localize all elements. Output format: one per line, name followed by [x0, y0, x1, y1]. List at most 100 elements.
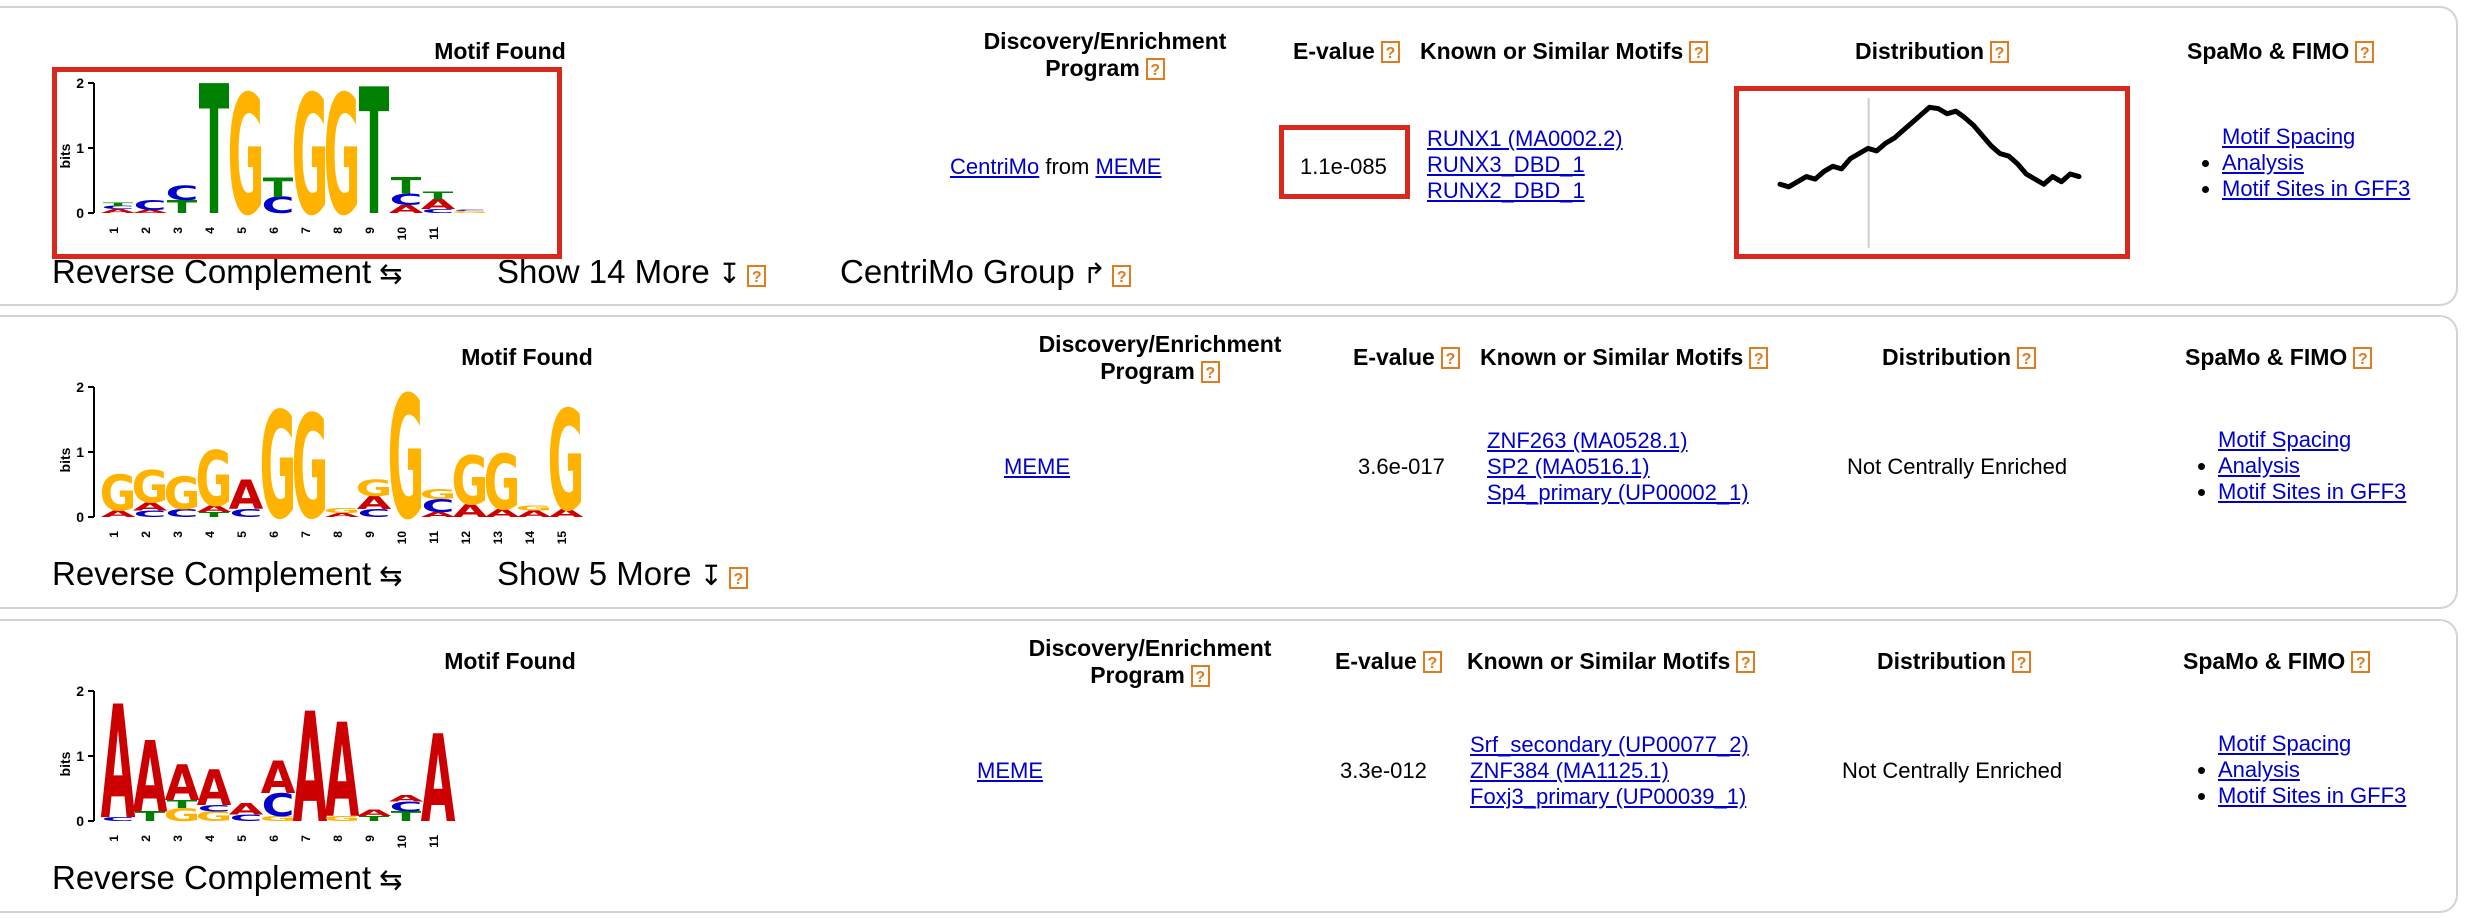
distribution-status: Not Centrally Enriched: [1842, 758, 2063, 783]
help-icon[interactable]: ?: [2353, 347, 2373, 369]
logo-letter-G: G: [388, 377, 425, 557]
known-motif-link[interactable]: RUNX1 (MA0002.2): [1427, 126, 1623, 152]
logo-letter-A: A: [261, 752, 296, 804]
known-motif-link[interactable]: ZNF384 (MA1125.1): [1470, 758, 1749, 784]
program-header-line2: Program: [1090, 662, 1185, 688]
meme-link[interactable]: MEME: [1095, 154, 1161, 179]
logo-position-label: 5: [235, 531, 249, 538]
motif-row-1: Motif Found 0 1 2 bits A C T 1 A C 2 T C 3 T 4 G 5 C T 6 G 7 G 8…: [0, 6, 2458, 306]
evalue-header: E-value?: [1293, 38, 1400, 65]
motif-spacing-link[interactable]: Motif Spacing Analysis: [2222, 124, 2422, 176]
known-motif-link[interactable]: Sp4_primary (UP00002_1): [1487, 480, 1749, 506]
help-icon[interactable]: ?: [1736, 651, 1756, 673]
meme-link[interactable]: MEME: [1004, 454, 1070, 479]
known-motif-link[interactable]: SP2 (MA0516.1): [1487, 454, 1749, 480]
reverse-complement-button[interactable]: Reverse Complement ⇆: [52, 253, 403, 293]
program-header: Discovery/Enrichment Program?: [1015, 331, 1305, 385]
program-header-line2: Program: [1100, 358, 1195, 384]
help-icon[interactable]: ?: [2355, 41, 2375, 63]
help-icon[interactable]: ?: [2351, 651, 2371, 673]
logo-position-label: 11: [427, 835, 441, 848]
program-connector: from: [1039, 154, 1096, 179]
logo-letter-A: A: [133, 720, 168, 835]
motif-logo-3[interactable]: 0 1 2 bits C A 1 T A 2 G T A 3 G C A 4 C A 5 G C A 6 A 7 G A 8 T A 9 T C A 1…: [52, 681, 562, 861]
known-motifs-list: Srf_secondary (UP00077_2) ZNF384 (MA1125…: [1470, 732, 1749, 810]
known-motif-link[interactable]: Srf_secondary (UP00077_2): [1470, 732, 1749, 758]
logo-position-label: 1: [107, 835, 121, 842]
logo-position-label: 10: [395, 835, 409, 849]
logo-letter-A: A: [325, 696, 360, 847]
centrimo-link[interactable]: CentriMo: [950, 154, 1039, 179]
motif-spacing-link[interactable]: Motif Spacing Analysis: [2218, 427, 2418, 479]
logo-position-label: 2: [139, 835, 153, 842]
motif-logo-2[interactable]: 0 1 2 bits A G 1 C A G 2 C G 3 T A G 4 C A 5 G 6 G 7 A G 8 C A G 9 G 10 A C…: [52, 377, 702, 557]
known-motif-link[interactable]: ZNF263 (MA0528.1): [1487, 428, 1749, 454]
motif-row-3: Motif Found 0 1 2 bits C A 1 T A 2 G T A 3 G C A 4 C A 5 G C A 6…: [0, 619, 2458, 913]
help-icon[interactable]: ?: [1440, 347, 1460, 369]
program-cell: MEME: [1004, 454, 1070, 480]
logo-position-label: 8: [331, 531, 345, 538]
logo-letter-G: G: [164, 468, 201, 520]
logo-position-label: 15: [555, 531, 569, 545]
help-icon[interactable]: ?: [1190, 665, 1210, 687]
logo-axis-label: bits: [57, 447, 73, 472]
show-more-button[interactable]: Show 14 More ↧?: [497, 253, 767, 293]
known-motif-link[interactable]: RUNX3_DBD_1: [1427, 152, 1623, 178]
known-motifs-header: Known or Similar Motifs?: [1420, 38, 1709, 65]
show-more-button[interactable]: Show 5 More ↧?: [497, 555, 748, 595]
reverse-complement-button[interactable]: Reverse Complement ⇆: [52, 555, 403, 595]
help-icon[interactable]: ?: [2012, 651, 2032, 673]
logo-letter-A: A: [229, 473, 264, 519]
help-icon[interactable]: ?: [1422, 651, 1442, 673]
motif-found-header: Motif Found: [434, 38, 566, 64]
logo-axis-tick: 0: [76, 509, 84, 525]
known-motif-link[interactable]: Foxj3_primary (UP00039_1): [1470, 784, 1749, 810]
centrimo-group-button[interactable]: CentriMo Group ↱?: [840, 253, 1132, 293]
logo-letter-G: G: [484, 439, 521, 528]
logo-axis-label: bits: [57, 751, 73, 776]
logo-position-label: 10: [395, 531, 409, 545]
evalue-cell: 3.3e-012: [1340, 758, 1427, 783]
logo-position-label: 8: [331, 835, 345, 842]
sequence-logo-svg: 012bitsAG1CAG2CG3TAG4CA5 G6 G7AG8CAG9 G10AC…: [57, 377, 584, 557]
motif-found-header: Motif Found: [461, 344, 593, 370]
help-icon[interactable]: ?: [1990, 41, 2010, 63]
program-cell: CentriMo from MEME: [950, 154, 1161, 180]
known-motif-link[interactable]: RUNX2_DBD_1: [1427, 178, 1623, 204]
logo-position-label: 14: [523, 531, 537, 545]
motif-sites-gff3-link[interactable]: Motif Sites in GFF3: [2218, 783, 2406, 808]
program-header-line1: Discovery/Enrichment: [1028, 635, 1272, 661]
meme-link[interactable]: MEME: [977, 758, 1043, 783]
logo-position-label: 2: [139, 531, 153, 538]
evalue-highlight: [1279, 125, 1410, 199]
help-icon[interactable]: ?: [1145, 58, 1165, 80]
help-icon[interactable]: ?: [1749, 347, 1769, 369]
logo-position-label: 6: [267, 531, 281, 538]
logo-letter-G: G: [420, 486, 457, 502]
help-icon[interactable]: ?: [1380, 41, 1400, 63]
logo-letter-G: G: [452, 443, 489, 521]
spamo-links: Motif Spacing Analysis Motif Sites in GF…: [2184, 731, 2418, 809]
logo-position-label: 4: [203, 835, 217, 842]
help-icon[interactable]: ?: [1112, 265, 1132, 287]
sequence-logo-svg: 012bitsCA1TA2GTA3GCA4CA5GCA6 A7GA8TA9TCA1…: [57, 681, 456, 858]
logo-letter-A: A: [421, 711, 456, 850]
program-header: Discovery/Enrichment Program?: [960, 28, 1250, 82]
logo-position-label: 6: [267, 835, 281, 842]
swap-arrows-icon: ⇆: [379, 560, 403, 591]
help-icon[interactable]: ?: [2017, 347, 2037, 369]
reverse-complement-button[interactable]: Reverse Complement ⇆: [52, 859, 403, 899]
logo-position-label: 7: [299, 531, 313, 538]
help-icon[interactable]: ?: [728, 567, 748, 589]
motif-sites-gff3-link[interactable]: Motif Sites in GFF3: [2222, 176, 2410, 201]
spamo-fimo-header: SpaMo & FIMO?: [2183, 648, 2371, 675]
help-icon[interactable]: ?: [1200, 361, 1220, 383]
logo-letter-A: A: [293, 681, 328, 857]
help-icon[interactable]: ?: [747, 265, 767, 287]
distribution-header: Distribution?: [1877, 648, 2032, 675]
logo-position-label: 3: [171, 531, 185, 538]
help-icon[interactable]: ?: [1689, 41, 1709, 63]
motif-spacing-link[interactable]: Motif Spacing Analysis: [2218, 731, 2418, 783]
logo-letter-G: G: [292, 385, 329, 551]
motif-sites-gff3-link[interactable]: Motif Sites in GFF3: [2218, 479, 2406, 504]
